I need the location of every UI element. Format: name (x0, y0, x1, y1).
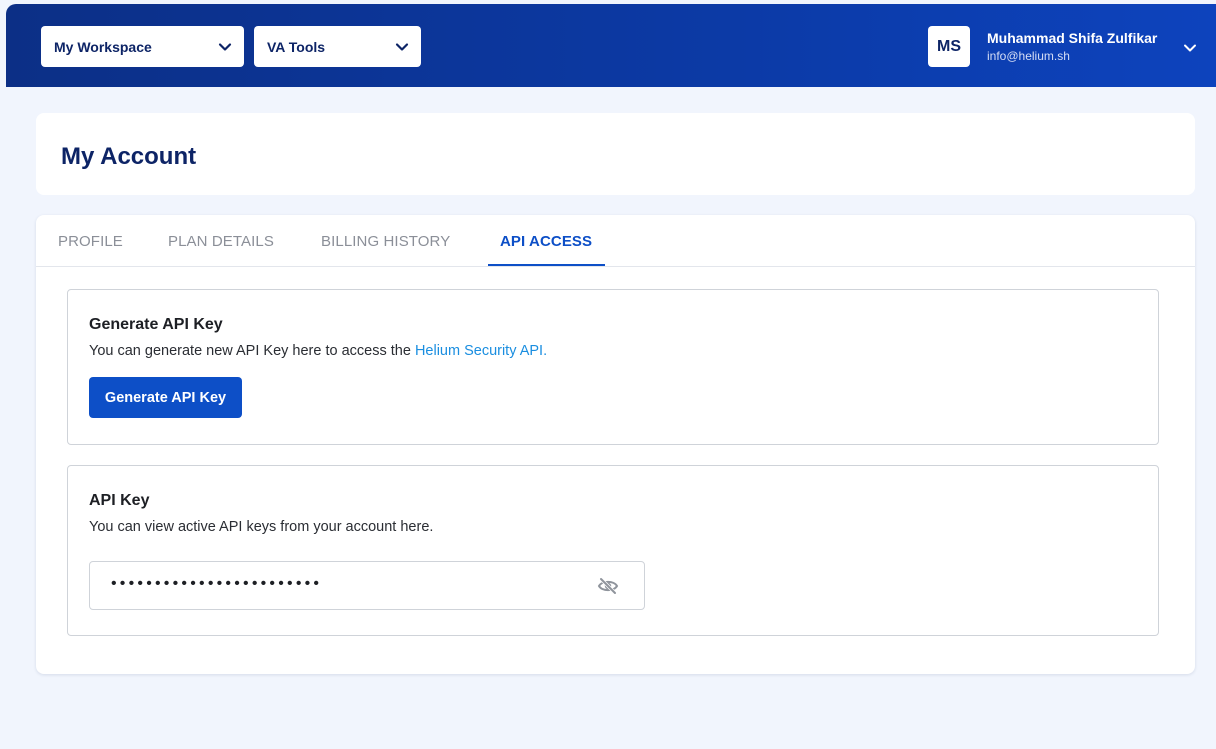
helium-security-api-link[interactable]: Helium Security API. (415, 343, 547, 359)
workspace-dropdown[interactable]: My Workspace (41, 26, 244, 67)
generate-section-description: You can generate new API Key here to acc… (89, 343, 547, 359)
api-key-section-title: API Key (89, 492, 150, 509)
eye-off-icon[interactable] (596, 576, 620, 596)
user-menu-chevron-down-icon[interactable] (1182, 40, 1198, 56)
tab-profile[interactable]: PROFILE (58, 233, 123, 250)
account-content-card: PROFILE PLAN DETAILS BILLING HISTORY API… (36, 215, 1195, 674)
active-tab-indicator (488, 264, 605, 266)
generate-api-key-button[interactable]: Generate API Key (89, 377, 242, 418)
api-key-section: API Key You can view active API keys fro… (67, 465, 1159, 636)
tab-plan-details[interactable]: PLAN DETAILS (168, 233, 274, 250)
generate-description-text: You can generate new API Key here to acc… (89, 343, 415, 359)
api-key-field[interactable]: •••••••••••••••••••••••• (89, 561, 645, 610)
page-header-card: My Account (36, 113, 1195, 195)
workspace-dropdown-label: My Workspace (54, 38, 152, 55)
tab-bar: PROFILE PLAN DETAILS BILLING HISTORY API… (36, 215, 1195, 267)
generate-api-key-section: Generate API Key You can generate new AP… (67, 289, 1159, 445)
page-title: My Account (61, 143, 197, 170)
tools-dropdown[interactable]: VA Tools (254, 26, 421, 67)
avatar[interactable]: MS (928, 26, 970, 67)
tab-api-access[interactable]: API ACCESS (500, 233, 592, 250)
tools-dropdown-label: VA Tools (267, 38, 326, 55)
chevron-down-icon (394, 39, 410, 55)
user-name: Muhammad Shifa Zulfikar (987, 30, 1158, 46)
user-email: info@helium.sh (987, 49, 1070, 63)
tab-billing-history[interactable]: BILLING HISTORY (321, 233, 450, 250)
top-navigation-bar: My Workspace VA Tools MS Muhammad Shifa … (6, 4, 1216, 87)
generate-section-title: Generate API Key (89, 316, 223, 333)
chevron-down-icon (217, 39, 233, 55)
api-key-masked-value: •••••••••••••••••••••••• (111, 575, 323, 592)
api-key-section-description: You can view active API keys from your a… (89, 519, 434, 535)
